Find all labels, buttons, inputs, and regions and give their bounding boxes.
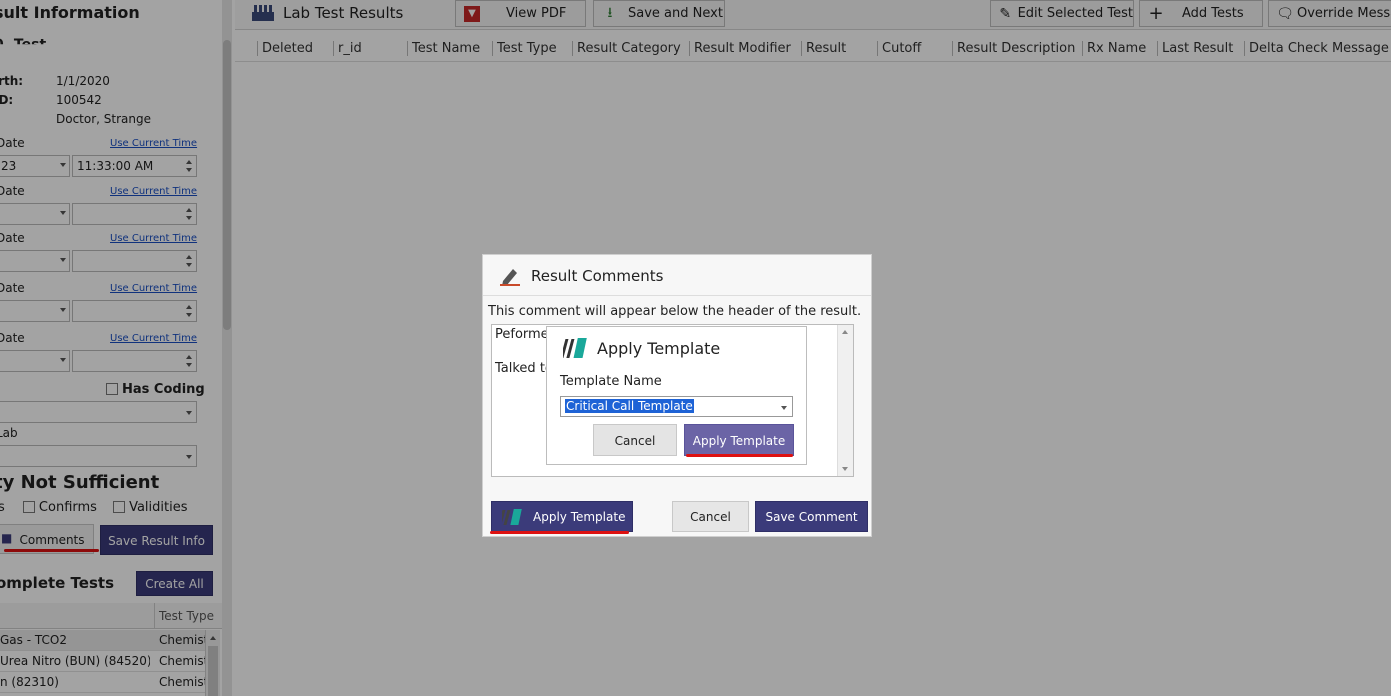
edit-pencil-icon [500,269,520,286]
apply-template-label: Apply Template [533,509,626,524]
modal-title-group: Apply Template [563,337,720,359]
template-name-label: Template Name [560,374,662,389]
apply-template-button[interactable]: Apply Template [491,501,633,532]
apply-template-highlight [490,531,629,534]
books-icon [563,338,587,358]
textarea-scrollbar[interactable] [837,325,853,476]
books-icon [502,508,522,525]
chevron-down-icon[interactable] [781,406,787,410]
cancel-button[interactable]: Cancel [672,501,749,532]
modal-cancel-button[interactable]: Cancel [593,424,677,456]
scroll-up-icon[interactable] [842,330,848,334]
comment-hint: This comment will appear below the heade… [488,304,862,319]
save-comment-button[interactable]: Save Comment [755,501,868,532]
template-name-value: Critical Call Template [565,399,694,413]
scroll-down-icon[interactable] [842,467,848,471]
dialog-title: Result Comments [531,267,664,285]
divider [483,295,871,296]
apply-button-highlight [686,454,793,457]
modal-apply-template-button[interactable]: Apply Template [684,424,794,456]
apply-template-modal: Apply Template Template Name Critical Ca… [546,326,807,465]
comment-line: Peforme [495,327,549,342]
dialog-title-group: Result Comments [499,265,663,287]
template-name-combobox[interactable]: Critical Call Template [560,396,793,417]
modal-title: Apply Template [597,338,721,358]
comment-line: Talked to [495,361,553,376]
